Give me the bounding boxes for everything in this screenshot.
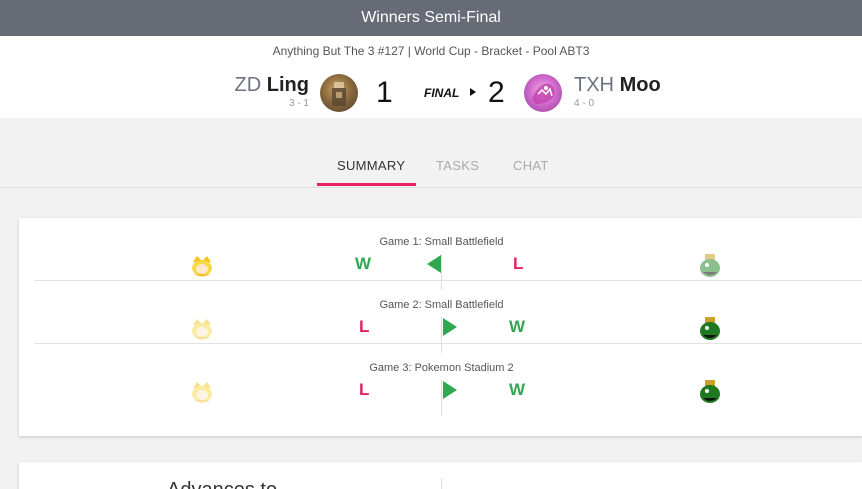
tournament-subtitle: Anything But The 3 #127 | World Cup - Br… xyxy=(272,44,590,58)
right-team-name: Moo xyxy=(619,74,661,96)
games-summary-card: Game 1: Small Battlefield W L Game 2: Sm… xyxy=(19,218,862,436)
tab-tasks[interactable]: TASKS xyxy=(436,158,479,173)
advances-heading: Advances to xyxy=(167,479,277,489)
peach-icon xyxy=(192,256,212,277)
left-result: W xyxy=(355,254,372,273)
winner-right-arrow-icon xyxy=(443,318,457,336)
left-team-tag: ZD xyxy=(234,74,262,96)
right-result: W xyxy=(509,380,526,399)
divider xyxy=(441,380,442,416)
top-bar: Winners Semi-Final xyxy=(0,0,862,36)
game-title: Game 1: Small Battlefield xyxy=(379,236,504,248)
game-title: Game 2: Small Battlefield xyxy=(379,299,504,311)
advances-card: Advances to xyxy=(19,462,862,489)
left-player-avatar[interactable] xyxy=(320,74,358,112)
tab-summary[interactable]: SUMMARY xyxy=(337,158,405,173)
game-title: Game 3: Pokemon Stadium 2 xyxy=(369,362,514,374)
divider xyxy=(441,478,442,489)
tab-chat[interactable]: CHAT xyxy=(513,158,549,173)
king-k-rool-icon xyxy=(700,380,720,403)
winner-right-arrow-icon xyxy=(443,381,457,399)
left-team[interactable]: ZD Ling 3 - 1 xyxy=(235,74,309,110)
left-score: 1 xyxy=(376,76,393,109)
winner-left-arrow-icon xyxy=(427,255,441,273)
game-row: Game 2: Small Battlefield L W xyxy=(34,281,862,353)
right-team-record: 4 - 0 xyxy=(574,98,595,109)
match-status: FINAL xyxy=(424,86,460,100)
right-result: W xyxy=(509,317,526,336)
right-result: L xyxy=(513,254,524,273)
right-team[interactable]: TXH Moo 4 - 0 xyxy=(574,74,661,110)
right-player-avatar[interactable] xyxy=(524,74,562,112)
active-tab-indicator xyxy=(317,183,416,186)
left-team-name: Ling xyxy=(266,74,309,96)
peach-icon xyxy=(192,319,212,340)
game-row: Game 3: Pokemon Stadium 2 L W xyxy=(34,344,862,416)
left-result: L xyxy=(359,317,370,336)
tab-bar: SUMMARY TASKS CHAT xyxy=(0,118,862,188)
peach-icon xyxy=(192,382,212,403)
game-row: Game 1: Small Battlefield W L xyxy=(34,218,862,290)
play-icon xyxy=(470,88,476,96)
right-team-tag: TXH xyxy=(574,74,614,96)
left-team-record: 3 - 1 xyxy=(288,98,309,109)
right-score: 2 xyxy=(488,76,505,109)
king-k-rool-icon xyxy=(700,254,720,277)
left-result: L xyxy=(359,380,370,399)
round-title: Winners Semi-Final xyxy=(361,9,501,26)
match-header: Anything But The 3 #127 | World Cup - Br… xyxy=(0,36,862,118)
king-k-rool-icon xyxy=(700,317,720,340)
